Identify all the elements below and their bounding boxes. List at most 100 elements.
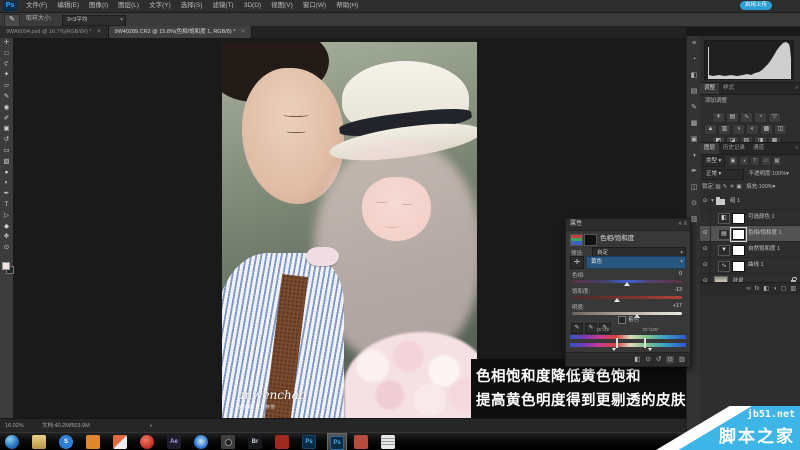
layer-effects-icon[interactable]: fx — [755, 286, 760, 292]
lasso-tool-icon[interactable]: Ϛ — [0, 60, 13, 71]
filter-type-layers-icon[interactable]: T — [750, 156, 760, 166]
colorize-checkbox[interactable] — [618, 316, 626, 324]
new-group-icon[interactable]: ▢ — [781, 286, 787, 292]
move-tool-icon[interactable]: ✛ — [0, 38, 13, 49]
previous-state-eye-icon[interactable]: ⊙ — [645, 356, 650, 363]
layer-mask-thumbnail[interactable] — [732, 245, 745, 256]
info-panel-icon[interactable]: ◧ — [687, 68, 701, 84]
app-taskbar-icon[interactable] — [354, 435, 368, 449]
app-taskbar-icon[interactable] — [194, 435, 208, 449]
panel-options-icon[interactable]: » — [795, 143, 798, 154]
filter-pixel-layers-icon[interactable]: ▣ — [728, 156, 738, 166]
after-effects-taskbar-icon[interactable]: Ae — [167, 435, 181, 449]
menu-help[interactable]: 帮助(H) — [331, 0, 363, 12]
history-brush-tool-icon[interactable]: ↺ — [0, 135, 13, 146]
dodge-tool-icon[interactable]: ◐ — [0, 178, 13, 189]
pen-tool-icon[interactable]: ✒ — [0, 189, 13, 200]
app-taskbar-icon[interactable] — [113, 435, 127, 449]
zoom-level-field[interactable]: 16.02% — [5, 419, 24, 433]
styles-panel-icon[interactable]: ✒ — [687, 164, 701, 180]
adjustment-layer-icon[interactable]: ▤ — [718, 229, 730, 240]
camera-app-taskbar-icon[interactable] — [221, 435, 235, 449]
clone-stamp-tool-icon[interactable]: ▣ — [0, 124, 13, 135]
group-name[interactable]: 组 1 — [730, 194, 740, 209]
tab-channels[interactable]: 通道 — [749, 143, 768, 154]
app-taskbar-icon[interactable] — [275, 435, 289, 449]
properties-title-bar[interactable]: 属性 « ≡ — [566, 219, 690, 231]
blend-mode-dropdown[interactable]: 正常 ▾ — [702, 169, 744, 180]
lightness-slider[interactable] — [572, 312, 682, 315]
lock-image-icon[interactable]: ✎ — [722, 184, 729, 190]
hue-ramp-bottom[interactable] — [570, 343, 686, 347]
eyedropper-tool-icon[interactable]: ✎ — [0, 92, 13, 103]
filter-adjustment-layers-icon[interactable]: ◑ — [739, 156, 749, 166]
menu-window[interactable]: 窗口(W) — [298, 0, 331, 12]
close-icon[interactable]: ✕ — [240, 29, 245, 35]
adjustment-layer-icon[interactable]: ◧ — [718, 213, 730, 224]
menu-view[interactable]: 视图(V) — [266, 0, 298, 12]
layer-row-hue-saturation-selected[interactable]: ⊙ ▤ 色相/饱和度 1 — [700, 226, 800, 242]
eye-icon[interactable]: ⊙ — [700, 226, 711, 241]
saturation-value[interactable]: -13 — [674, 287, 682, 293]
swatches-panel-icon[interactable]: ◑ — [687, 148, 701, 164]
sample-size-dropdown[interactable]: 3×3平均▾ — [62, 15, 126, 26]
zoom-tool-icon[interactable]: ⊙ — [0, 243, 13, 254]
hue-value[interactable]: 0 — [679, 271, 682, 277]
menu-image[interactable]: 图像(I) — [84, 0, 113, 12]
browser-taskbar-icon[interactable]: S — [59, 435, 73, 449]
wedding-photo[interactable]: anwenchao 安文超 摄影修图 — [222, 42, 477, 418]
status-options-arrow-icon[interactable]: ▸ — [150, 419, 153, 433]
adjustment-layer-icon[interactable]: ∿ — [718, 261, 730, 272]
hue-range-handle[interactable] — [648, 348, 652, 351]
lightness-value[interactable]: +17 — [673, 303, 682, 309]
panel-menu-icon[interactable]: ≡ — [687, 36, 701, 52]
reset-icon[interactable]: ↺ — [656, 356, 661, 363]
layer-filter-dropdown[interactable]: 类型 ▾ — [702, 156, 725, 167]
layer-mask-thumbnail[interactable] — [732, 261, 745, 272]
link-layers-icon[interactable]: ∞ — [746, 286, 750, 292]
color-swatches[interactable] — [2, 262, 12, 272]
new-adjustment-icon[interactable]: ◑ — [773, 286, 777, 292]
menu-type[interactable]: 文字(Y) — [144, 0, 176, 12]
crop-tool-icon[interactable]: ▱ — [0, 81, 13, 92]
color-panel-icon[interactable]: ▣ — [687, 132, 701, 148]
app-taskbar-icon[interactable] — [140, 435, 154, 449]
delete-layer-icon[interactable]: ▥ — [790, 286, 796, 292]
marquee-tool-icon[interactable]: □ — [0, 49, 13, 60]
collapse-panel-icon[interactable]: « — [678, 221, 681, 227]
opacity-value[interactable]: 100% — [772, 171, 786, 177]
tab-layers[interactable]: 图层 — [700, 143, 719, 154]
layer-name[interactable]: 色相/饱和度 1 — [748, 226, 782, 241]
hue-slider-thumb[interactable] — [624, 282, 630, 286]
eye-icon-hidden[interactable] — [700, 210, 711, 225]
brush-tool-icon[interactable]: ✐ — [0, 114, 13, 125]
adjustment-layer-icon[interactable]: ▼ — [718, 245, 730, 256]
expand-arrow-icon[interactable]: ▾ — [711, 194, 714, 209]
layer-row-curves[interactable]: ⊙ ∿ 曲线 1 — [700, 258, 800, 274]
clone-source-panel-icon[interactable]: ▦ — [687, 116, 701, 132]
layer-mask-thumbnail[interactable] — [732, 213, 745, 224]
lock-all-icon[interactable]: ▣ — [736, 184, 743, 190]
hue-range-handle[interactable] — [612, 348, 616, 351]
healing-brush-tool-icon[interactable]: ◉ — [0, 103, 13, 114]
menu-file[interactable]: 文件(F) — [21, 0, 52, 12]
type-tool-icon[interactable]: T — [0, 200, 13, 211]
photoshop-taskbar-icon[interactable]: Ps — [302, 435, 316, 449]
explorer-taskbar-icon[interactable] — [32, 435, 46, 449]
photoshop-active-taskbar-icon[interactable]: Ps — [327, 433, 347, 450]
filter-smart-objects-icon[interactable]: ▦ — [772, 156, 782, 166]
eye-icon[interactable]: ⊙ — [700, 258, 711, 273]
menu-filter[interactable]: 滤镜(T) — [207, 0, 238, 12]
eye-icon[interactable]: ⊙ — [700, 194, 711, 209]
eyedropper-sample-icon[interactable]: ✎ — [571, 323, 583, 334]
fill-value[interactable]: 100% — [759, 184, 773, 190]
layer-row-vibrance[interactable]: ⊙ ▼ 自然饱和度 1 — [700, 242, 800, 258]
saturation-slider[interactable] — [572, 296, 682, 299]
start-button[interactable] — [5, 435, 19, 449]
shape-tool-icon[interactable]: ◆ — [0, 222, 13, 233]
layer-name[interactable]: 可选颜色 1 — [748, 210, 775, 225]
filter-shape-layers-icon[interactable]: ▱ — [761, 156, 771, 166]
eraser-tool-icon[interactable]: ▭ — [0, 146, 13, 157]
history-panel-icon[interactable]: ⊙ — [687, 196, 701, 212]
menu-select[interactable]: 选择(S) — [176, 0, 208, 12]
